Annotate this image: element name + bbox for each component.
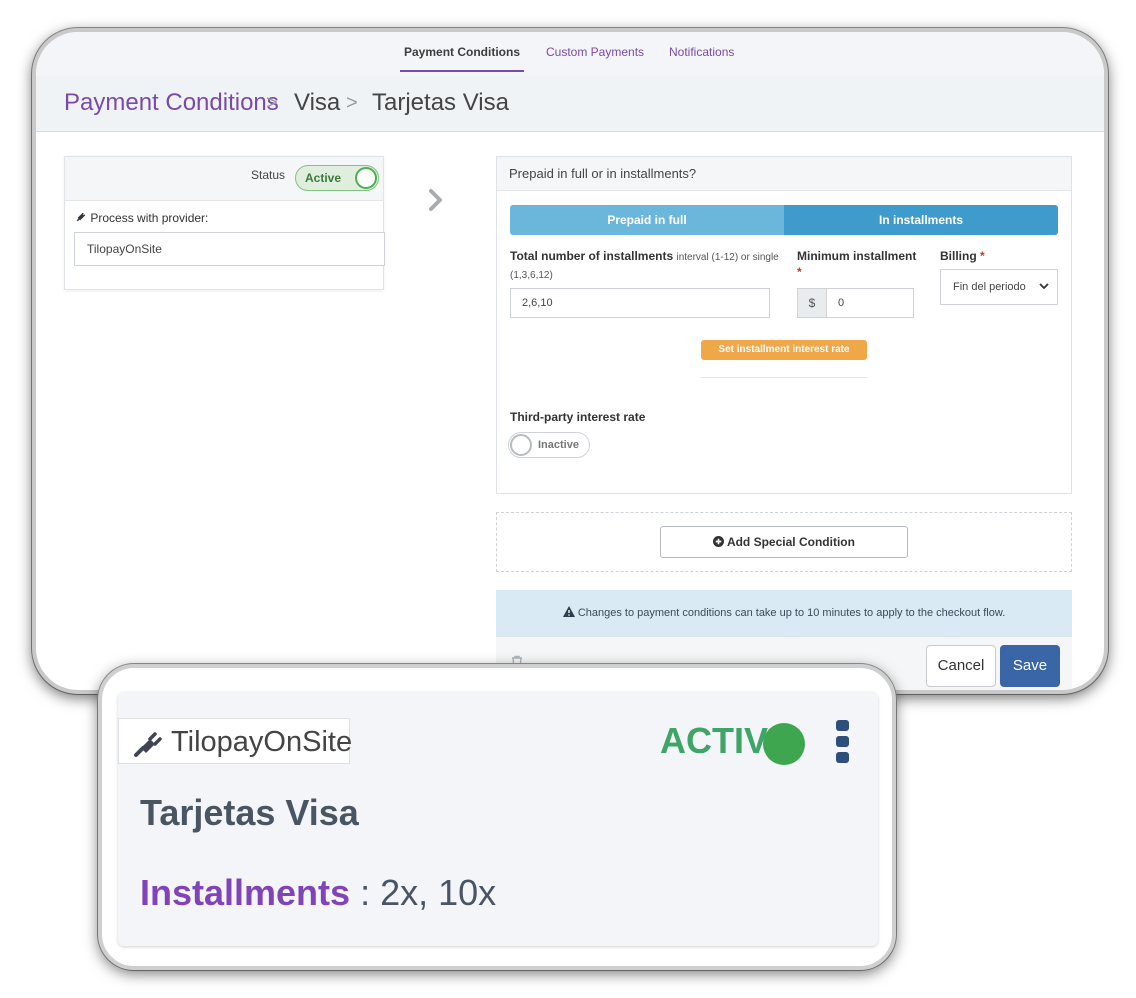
- breadcrumb-current: Tarjetas Visa: [372, 89, 509, 116]
- cancel-button[interactable]: Cancel: [926, 645, 996, 687]
- breadcrumb: Payment Conditions > Visa > Tarjetas Vis…: [36, 76, 1104, 132]
- add-special-condition-button[interactable]: Add Special Condition: [660, 526, 908, 558]
- total-installments-input[interactable]: 2,6,10: [510, 288, 770, 318]
- minimum-installment-label: Minimum installment *: [797, 248, 916, 280]
- installments-heading: Prepaid in full or in installments?: [497, 157, 1071, 191]
- billing-select[interactable]: Fin del periodo: [940, 269, 1058, 305]
- status-row: Status Active: [65, 157, 383, 201]
- notice-banner: Changes to payment conditions can take u…: [496, 590, 1072, 636]
- toggle-knob: [355, 167, 377, 189]
- required-mark: *: [797, 265, 802, 279]
- payment-mode-segmented-control: Prepaid in full In installments: [510, 205, 1058, 235]
- minimum-installment-label-text: Minimum installment: [797, 249, 917, 263]
- tab-bar: Payment Conditions Custom Payments Notif…: [36, 32, 1104, 76]
- breadcrumb-payment-conditions[interactable]: Payment Conditions: [64, 89, 279, 117]
- third-party-interest-toggle[interactable]: Inactive: [508, 432, 590, 458]
- summary-zoom-window: TilopayOnSite ACTIVE Tarjetas Visa Insta…: [98, 664, 896, 970]
- toggle-knob: [510, 434, 532, 456]
- summary-provider-name: TilopayOnSite: [171, 726, 353, 758]
- special-condition-area: Add Special Condition: [496, 512, 1072, 572]
- provider-label: Process with provider:: [75, 211, 208, 225]
- tab-custom-payments[interactable]: Custom Payments: [546, 45, 644, 59]
- provider-input[interactable]: TilopayOnSite: [74, 232, 385, 266]
- provider-label-text: Process with provider:: [90, 211, 209, 225]
- required-mark: *: [980, 249, 985, 263]
- plus-circle-icon: [713, 536, 725, 547]
- status-toggle-label: Active: [305, 171, 342, 185]
- add-special-condition-label: Add Special Condition: [726, 535, 855, 549]
- status-label: Status: [251, 168, 286, 182]
- summary-installments-value: 2x, 10x: [380, 872, 497, 913]
- segment-in-installments[interactable]: In installments: [784, 205, 1058, 235]
- summary-installments-separator: :: [350, 872, 381, 913]
- segment-prepaid-in-full[interactable]: Prepaid in full: [510, 205, 784, 235]
- summary-card[interactable]: TilopayOnSite ACTIVE Tarjetas Visa Insta…: [118, 692, 878, 946]
- payment-conditions-window: Payment Conditions Custom Payments Notif…: [32, 28, 1108, 694]
- kebab-menu-icon[interactable]: [836, 720, 850, 764]
- billing-label-text: Billing: [940, 249, 977, 263]
- total-installments-label-text: Total number of installments: [510, 249, 674, 263]
- currency-addon: $: [797, 288, 827, 318]
- minimum-installment-input[interactable]: 0: [826, 288, 914, 318]
- breadcrumb-visa[interactable]: Visa: [294, 89, 340, 117]
- tab-notifications[interactable]: Notifications: [669, 45, 734, 59]
- total-installments-label: Total number of installments interval (1…: [510, 248, 780, 284]
- third-party-toggle-label: Inactive: [538, 439, 579, 451]
- third-party-interest-label: Third-party interest rate: [510, 410, 646, 424]
- status-dot: [763, 723, 805, 765]
- plug-icon: [76, 212, 86, 222]
- divider: [701, 377, 867, 378]
- tab-payment-conditions[interactable]: Payment Conditions: [399, 45, 525, 72]
- breadcrumb-separator: >: [266, 92, 278, 114]
- billing-label: Billing *: [940, 248, 985, 264]
- chevron-down-icon: [1039, 283, 1049, 290]
- summary-title: Tarjetas Visa: [140, 792, 359, 833]
- warning-icon: [562, 606, 575, 617]
- installments-panel: Prepaid in full or in installments? Prep…: [496, 156, 1072, 494]
- set-interest-rate-button[interactable]: Set installment interest rate: [701, 340, 867, 360]
- status-toggle[interactable]: Active: [295, 165, 379, 191]
- save-button[interactable]: Save: [1000, 645, 1060, 687]
- summary-provider-badge: TilopayOnSite: [118, 718, 353, 764]
- billing-select-value: Fin del periodo: [953, 281, 1026, 293]
- notice-text: Changes to payment conditions can take u…: [577, 607, 1006, 619]
- provider-card: Status Active Process with provider: Til…: [64, 156, 385, 290]
- summary-installments: Installments : 2x, 10x: [140, 872, 496, 914]
- summary-installments-key: Installments: [140, 872, 351, 913]
- chevron-right-icon: [429, 189, 442, 211]
- breadcrumb-separator: >: [346, 92, 358, 114]
- plug-icon: [134, 732, 162, 757]
